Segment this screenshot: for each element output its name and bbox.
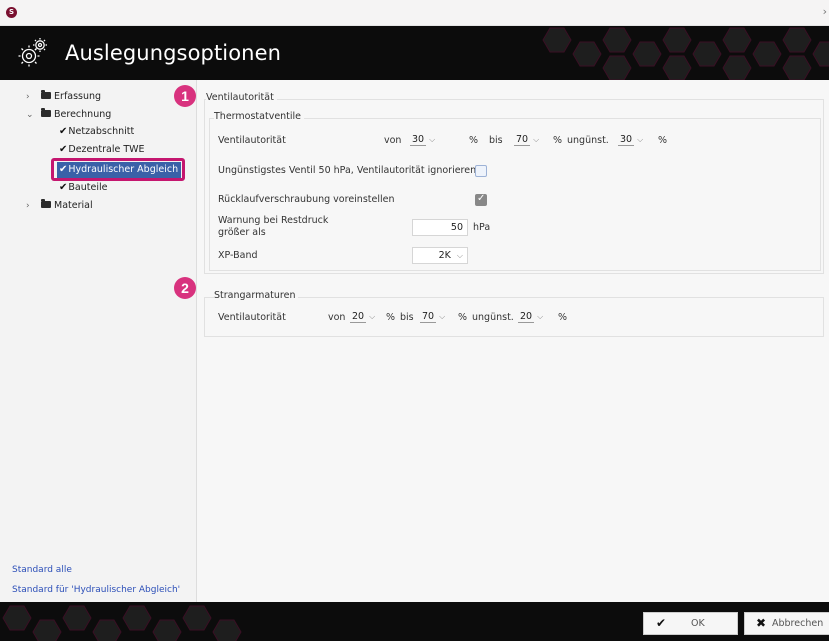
ruecklauf-checkbox[interactable] — [475, 193, 487, 206]
chevron-right-icon[interactable]: › — [26, 198, 38, 214]
app-logo-icon: S — [6, 7, 17, 18]
folder-icon — [41, 90, 52, 99]
tree-item-label: Netzabschnitt — [68, 126, 135, 137]
tree-item-label: Bauteile — [68, 182, 108, 193]
chevron-down-icon: ⌵ — [637, 135, 644, 144]
ok-label: OK — [691, 618, 705, 629]
ruecklauf-label: Rücklaufverschraubung voreinstellen — [218, 194, 395, 205]
standard-current-link[interactable]: Standard für 'Hydraulischer Abgleich' — [12, 585, 180, 595]
strang-percent-label: % — [386, 312, 396, 323]
xp-band-select[interactable]: 2K ⌵ — [412, 247, 468, 264]
strang-unguenst-select[interactable]: 20 ⌵ — [518, 311, 543, 327]
strang-von-label: von — [328, 312, 346, 323]
dialog-title: Auslegungsoptionen — [65, 41, 282, 65]
ok-button[interactable]: ✔ OK — [643, 612, 738, 635]
hexagon-pattern — [2, 605, 242, 641]
warnung-label-line2: größer als — [218, 227, 266, 238]
select-value: 70 — [420, 311, 437, 323]
tree-item-material[interactable]: › Material — [26, 198, 93, 214]
thermo-percent-label: % — [469, 135, 479, 146]
tree-item-berechnung[interactable]: ⌄ Berechnung — [26, 107, 111, 123]
select-value: 20 — [518, 311, 535, 323]
tree-item-label: Dezentrale TWE — [68, 144, 145, 155]
warnung-unit: hPa — [473, 222, 491, 233]
select-value: 2K — [438, 250, 451, 261]
thermo-von-label: von — [384, 135, 402, 146]
dialog-header: Auslegungsoptionen — [0, 26, 829, 80]
warnung-label: Warnung bei Restdruck — [218, 215, 329, 226]
cancel-label: Abbrechen — [772, 618, 824, 629]
chevron-down-icon: ⌵ — [537, 312, 544, 321]
tree-item-erfassung[interactable]: › Erfassung — [26, 89, 101, 105]
options-content: Ventilautorität Thermostatventile Ventil… — [196, 80, 829, 602]
chevron-down-icon: ⌵ — [456, 251, 463, 260]
tree-item-bauteile[interactable]: ✔Bauteile — [59, 180, 107, 196]
standard-all-link[interactable]: Standard alle — [12, 565, 72, 575]
chevron-down-icon: ⌵ — [429, 135, 436, 144]
check-icon: ✔ — [656, 616, 667, 630]
thermostat-legend: Thermostatventile — [214, 111, 305, 122]
tree-item-netzabschnitt[interactable]: ✔Netzabschnitt — [59, 124, 134, 140]
chevron-down-icon: ⌵ — [533, 135, 540, 144]
chevron-right-icon[interactable]: › — [26, 89, 38, 105]
strangarmaturen-group — [204, 297, 824, 337]
ventilautoritaet-legend: Ventilautorität — [206, 92, 277, 103]
select-value: 30 — [618, 134, 635, 146]
thermo-ventilautoritaet-label: Ventilautorität — [218, 135, 286, 146]
xp-band-label: XP-Band — [218, 250, 258, 261]
chevron-down-icon: ⌵ — [369, 312, 376, 321]
tree-item-label: Material — [54, 200, 93, 211]
strang-unguenst-label: ungünst. — [472, 312, 514, 323]
hexagon-pattern — [542, 27, 829, 80]
thermo-unguenst-label: ungünst. — [567, 135, 609, 146]
chevron-down-icon[interactable]: ⌄ — [26, 107, 38, 123]
thermo-percent-label: % — [553, 135, 563, 146]
check-icon: ✔ — [59, 126, 68, 137]
ignore-checkbox[interactable] — [475, 165, 487, 177]
ignore-label: Ungünstigstes Ventil 50 hPa, Ventilautor… — [218, 165, 477, 176]
select-value: 30 — [410, 134, 427, 146]
chevron-right-icon[interactable]: › — [823, 5, 827, 18]
strang-bis-label: bis — [400, 312, 414, 323]
step-badge-1: 1 — [174, 85, 196, 107]
thermo-bis-label: bis — [489, 135, 503, 146]
thermo-von-select[interactable]: 30 ⌵ — [410, 134, 435, 150]
dialog-footer: ✔ OK ✖ Abbrechen — [0, 602, 829, 641]
selection-highlight-frame — [51, 158, 185, 181]
step-badge-2: 2 — [174, 277, 196, 299]
close-icon: ✖ — [756, 616, 767, 630]
thermo-bis-select[interactable]: 70 ⌵ — [514, 134, 539, 150]
strang-bis-select[interactable]: 70 ⌵ — [420, 311, 445, 327]
select-value: 20 — [350, 311, 367, 323]
select-value: 70 — [514, 134, 531, 146]
title-bar: S › — [0, 0, 829, 26]
thermo-unguenst-select[interactable]: 30 ⌵ — [618, 134, 643, 150]
strang-percent-label: % — [558, 312, 568, 323]
strang-ventilautoritaet-label: Ventilautorität — [218, 312, 286, 323]
strangarmaturen-legend: Strangarmaturen — [214, 290, 299, 301]
cancel-button[interactable]: ✖ Abbrechen — [744, 612, 829, 635]
check-icon: ✔ — [59, 144, 68, 155]
chevron-down-icon: ⌵ — [439, 312, 446, 321]
folder-icon — [41, 199, 52, 208]
tree-item-dezentrale-twe[interactable]: ✔Dezentrale TWE — [59, 142, 145, 158]
check-icon: ✔ — [59, 182, 68, 193]
warnung-input[interactable]: 50 — [412, 219, 468, 236]
tree-item-label: Berechnung — [54, 109, 112, 120]
gear-icon — [18, 38, 47, 67]
strang-von-select[interactable]: 20 ⌵ — [350, 311, 375, 327]
tree-item-label: Erfassung — [54, 91, 102, 102]
folder-icon — [41, 108, 52, 117]
strang-percent-label: % — [458, 312, 468, 323]
thermo-percent-label: % — [658, 135, 668, 146]
